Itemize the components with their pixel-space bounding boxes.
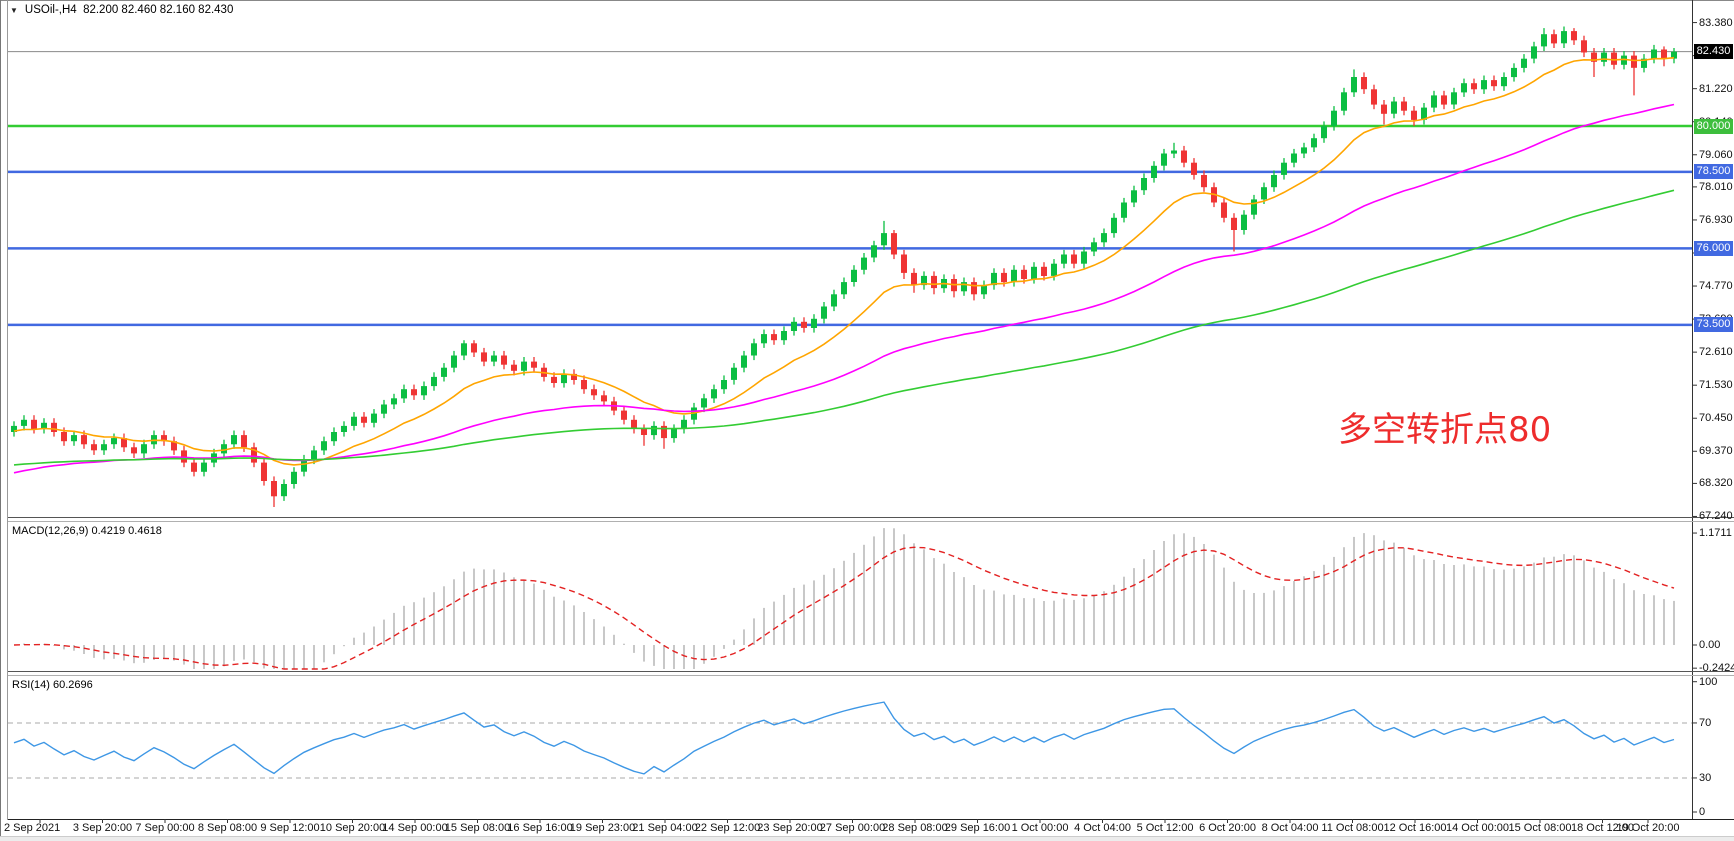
time-axis-label: 4 Oct 04:00 [1074, 822, 1131, 834]
time-axis-label: 6 Oct 20:00 [1199, 822, 1256, 834]
price-axis-label: 72.610 [1699, 346, 1733, 358]
rsi-axis-label: 100 [1699, 676, 1717, 688]
price-axis-label: 69.370 [1699, 445, 1733, 457]
time-axis-label: 8 Sep 08:00 [198, 822, 257, 834]
panel-splitter-rsi[interactable] [8, 671, 1734, 675]
rsi-panel[interactable] [8, 676, 1692, 819]
price-axis-label: 74.770 [1699, 280, 1733, 292]
symbol-ohlc-label: USOil-,H4 82.200 82.460 82.160 82.430 [25, 4, 233, 16]
price-axis-label: 71.530 [1699, 379, 1733, 391]
current-price-badge: 82.430 [1694, 44, 1733, 59]
time-axis-label: 23 Sep 20:00 [757, 822, 822, 834]
time-axis-label: 14 Sep 00:00 [382, 822, 447, 834]
time-axis[interactable]: 2 Sep 2021 3 Sep 20:007 Sep 00:00 8 Sep 08… [0, 820, 1734, 836]
time-axis-label: 1 Oct 00:00 [1012, 822, 1069, 834]
panel-splitter-macd[interactable] [8, 517, 1734, 521]
rsi-axis-label: 0 [1699, 806, 1705, 818]
level-price-badge: 73.500 [1694, 317, 1733, 332]
macd-rsi-separator-line2 [8, 675, 1734, 676]
price-axis-label: 76.930 [1699, 214, 1733, 226]
rsi-axis-label: 70 [1699, 717, 1711, 729]
price-axis-label: 67.240 [1699, 510, 1733, 522]
annotation-text[interactable]: 多空转折点80 [1338, 402, 1551, 451]
macd-label: MACD(12,26,9) 0.4219 0.4618 [12, 525, 162, 537]
level-price-badge: 78.500 [1694, 164, 1733, 179]
time-axis-label: 28 Sep 08:00 [882, 822, 947, 834]
time-axis-label: 15 Oct 08:00 [1509, 822, 1572, 834]
window-left-border [0, 0, 1, 841]
time-axis-label: 29 Sep 16:00 [945, 822, 1010, 834]
window-left-border-inner [7, 0, 8, 820]
mt4-chart-window: 2 Sep 2021 3 Sep 20:007 Sep 00:00 8 Sep 08… [0, 0, 1734, 841]
main-macd-separator-line2 [8, 521, 1734, 522]
time-axis-label: 7 Sep 00:00 [135, 822, 194, 834]
time-axis-label: 27 Sep 00:00 [820, 822, 885, 834]
level-price-badge: 76.000 [1694, 241, 1733, 256]
time-axis-label: 16 Sep 16:00 [507, 822, 572, 834]
price-axis-label: 70.450 [1699, 412, 1733, 424]
window-bottom-band [0, 836, 1734, 841]
symbol-dropdown-icon[interactable]: ▼ [10, 6, 18, 15]
time-axis-label: 19 Oct 20:00 [1617, 822, 1680, 834]
time-axis-label: 22 Sep 12:00 [695, 822, 760, 834]
time-axis-label: 14 Oct 00:00 [1446, 822, 1509, 834]
macd-axis-label: -0.2424 [1699, 662, 1734, 674]
time-axis-label: 11 Oct 08:00 [1321, 822, 1383, 834]
price-axis-label: 68.320 [1699, 477, 1733, 489]
time-axis-label: 8 Oct 04:00 [1262, 822, 1319, 834]
macd-axis-label: 1.1711 [1699, 527, 1732, 539]
rsi-label: RSI(14) 60.2696 [12, 679, 93, 691]
level-price-badge: 80.000 [1694, 119, 1733, 134]
price-axis-label: 81.220 [1699, 83, 1733, 95]
time-axis-label: 9 Sep 12:00 [260, 822, 319, 834]
symbol-info: ▼ USOil-,H4 82.200 82.460 82.160 82.430 [10, 4, 233, 16]
time-axis-label: 5 Oct 12:00 [1137, 822, 1194, 834]
time-axis-label: 15 Sep 08:00 [445, 822, 510, 834]
time-axis-label: 19 Sep 23:00 [570, 822, 635, 834]
time-axis-label: 12 Oct 16:00 [1384, 822, 1447, 834]
window-top-border [0, 0, 1734, 1]
rsi-axis-label: 30 [1699, 772, 1711, 784]
macd-axis-label: 0.00 [1699, 639, 1720, 651]
time-axis-label: 10 Sep 20:00 [320, 822, 385, 834]
price-axis-label: 78.010 [1699, 181, 1733, 193]
price-axis-label: 79.060 [1699, 149, 1733, 161]
time-axis-label: 2 Sep 2021 [4, 822, 60, 834]
price-axis-label: 83.380 [1699, 17, 1733, 29]
macd-panel[interactable] [8, 522, 1692, 671]
time-axis-label: 21 Sep 04:00 [632, 822, 697, 834]
time-axis-label: 3 Sep 20:00 [73, 822, 132, 834]
